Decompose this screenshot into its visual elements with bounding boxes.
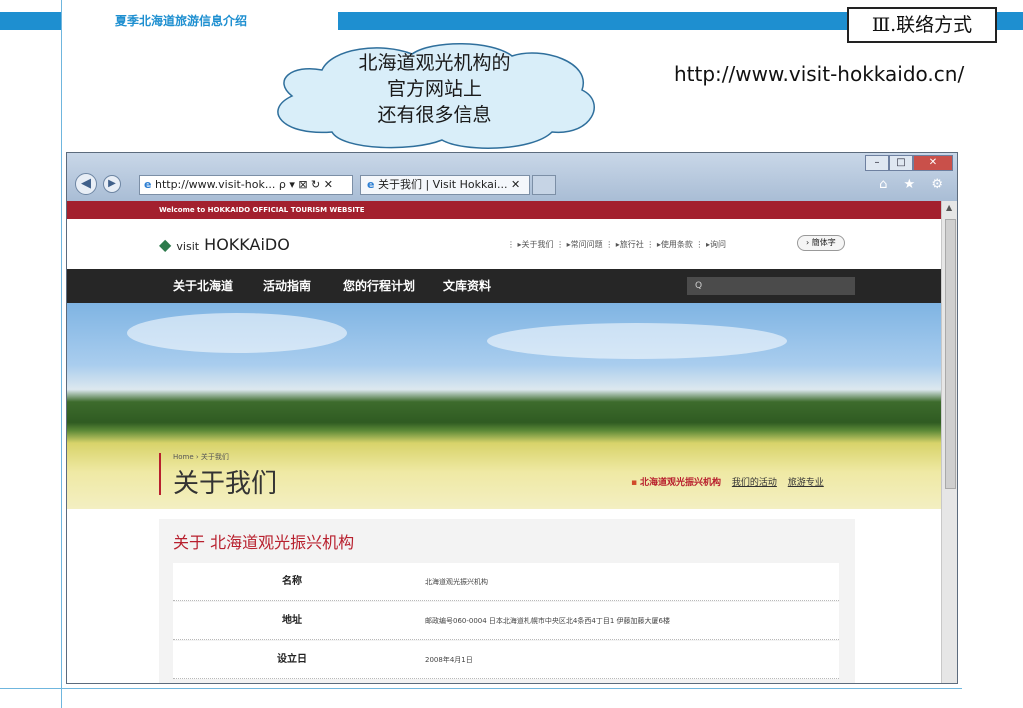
bullet-icon: ▪ xyxy=(631,478,638,488)
row-value: 北海道观光振兴机构 xyxy=(425,578,488,586)
row-value: 2008年4月1日 xyxy=(425,656,473,664)
menu-item-library[interactable]: 文库资料 xyxy=(443,269,491,303)
section-label: Ⅲ.联络方式 xyxy=(847,7,997,43)
language-button[interactable]: › 簡体字 xyxy=(797,235,845,251)
sub-navigation: ▪ 北海道观光振兴机构 我们的活动 旅游专业 xyxy=(631,475,824,488)
bottom-divider xyxy=(0,688,962,689)
subnav-active[interactable]: 北海道观光振兴机构 xyxy=(640,478,721,488)
section-title: 关于 北海道观光振兴机构 xyxy=(173,533,355,552)
ie-icon: e xyxy=(367,178,375,191)
address-text: http://www.visit-hok... xyxy=(154,178,276,191)
left-divider xyxy=(61,0,62,708)
menu-item-about-hokkaido[interactable]: 关于北海道 xyxy=(173,269,233,303)
menu-item-activity-guide[interactable]: 活动指南 xyxy=(263,269,311,303)
row-value: 邮政编号060-0004 日本北海道札幌市中央区北4条西4丁目1 伊藤加藤大厦6… xyxy=(425,617,670,625)
browser-window: ◀ ▶ e http://www.visit-hok... ρ ▾ ⊠ ↻ ✕ … xyxy=(66,152,958,684)
back-icon[interactable]: ◀ xyxy=(75,173,97,195)
tab-close-icon[interactable]: ✕ xyxy=(511,178,520,191)
row-label: 地址 xyxy=(282,615,302,626)
callout-text: 北海道观光机构的 官方网站上 还有很多信息 xyxy=(262,50,607,128)
toolbar-icons[interactable]: ⌂ ★ ⚙ xyxy=(879,177,949,192)
address-bar[interactable]: e http://www.visit-hok... ρ ▾ ⊠ ↻ ✕ xyxy=(139,175,353,195)
info-row: 设立日 2008年4月1日 xyxy=(173,641,839,679)
menu-item-trip-plan[interactable]: 您的行程计划 xyxy=(343,269,415,303)
subnav-link-travel-pro[interactable]: 旅游专业 xyxy=(788,478,824,488)
slide-title: 夏季北海道旅游信息介绍 xyxy=(115,14,248,28)
logo-prefix: visit xyxy=(176,240,200,253)
logo-mark-icon: ◆ xyxy=(159,235,172,254)
address-controls[interactable]: ρ ▾ ⊠ ↻ ✕ xyxy=(279,178,333,191)
title-accent-bar xyxy=(159,453,161,495)
ie-icon: e xyxy=(144,178,152,191)
scroll-thumb[interactable] xyxy=(945,219,956,489)
hero-cloud-shape xyxy=(127,313,347,353)
maximize-button[interactable]: □ xyxy=(889,155,913,171)
callout-line: 官方网站上 xyxy=(386,78,482,100)
welcome-bar: Welcome to HOKKAIDO OFFICIAL TOURISM WEB… xyxy=(67,201,941,219)
browser-chrome: ◀ ▶ e http://www.visit-hok... ρ ▾ ⊠ ↻ ✕ … xyxy=(67,153,957,201)
site-logo[interactable]: ◆ visit HOKKAiDO xyxy=(159,235,290,254)
about-section: 关于 北海道观光振兴机构 名称 北海道观光振兴机构 地址 邮政编号060-000… xyxy=(159,519,855,683)
info-row: 名称 北海道观光振兴机构 xyxy=(173,563,839,601)
close-button[interactable]: ✕ xyxy=(913,155,953,171)
window-controls: – □ ✕ xyxy=(865,155,953,171)
row-label: 设立日 xyxy=(277,654,307,665)
website-url[interactable]: http://www.visit-hokkaido.cn/ xyxy=(674,62,964,86)
web-page: Welcome to HOKKAIDO OFFICIAL TOURISM WEB… xyxy=(67,201,941,683)
subnav-link-activities[interactable]: 我们的活动 xyxy=(732,478,777,488)
callout-line: 北海道观光机构的 xyxy=(358,52,511,74)
row-label: 名称 xyxy=(282,576,302,587)
logo-text: HOKKAiDO xyxy=(204,235,290,254)
minimize-button[interactable]: – xyxy=(865,155,889,171)
page-title: 关于我们 xyxy=(173,469,278,499)
forward-icon[interactable]: ▶ xyxy=(103,175,121,193)
vertical-scrollbar[interactable]: ▲ xyxy=(941,201,957,683)
search-input[interactable]: Q xyxy=(687,277,855,295)
browser-tab[interactable]: e 关于我们 | Visit Hokkai... ✕ xyxy=(360,175,530,195)
main-menu: 关于北海道 活动指南 您的行程计划 文库资料 Q xyxy=(67,269,941,303)
breadcrumb[interactable]: Home › 关于我们 xyxy=(173,452,229,462)
scroll-up-icon[interactable]: ▲ xyxy=(946,203,952,212)
top-links[interactable]: ⋮ ▸关于我们 ⋮ ▸常问问题 ⋮ ▸旅行社 ⋮ ▸使用条款 ⋮ ▸询问 xyxy=(507,239,726,250)
callout-line: 还有很多信息 xyxy=(377,104,492,126)
new-tab-button[interactable] xyxy=(532,175,556,195)
hero-banner: Home › 关于我们 关于我们 ▪ 北海道观光振兴机构 我们的活动 旅游专业 xyxy=(67,303,941,509)
hero-cloud-shape xyxy=(487,323,787,359)
tab-label: 关于我们 | Visit Hokkai... xyxy=(377,178,508,191)
info-row: 地址 邮政编号060-0004 日本北海道札幌市中央区北4条西4丁目1 伊藤加藤… xyxy=(173,602,839,640)
